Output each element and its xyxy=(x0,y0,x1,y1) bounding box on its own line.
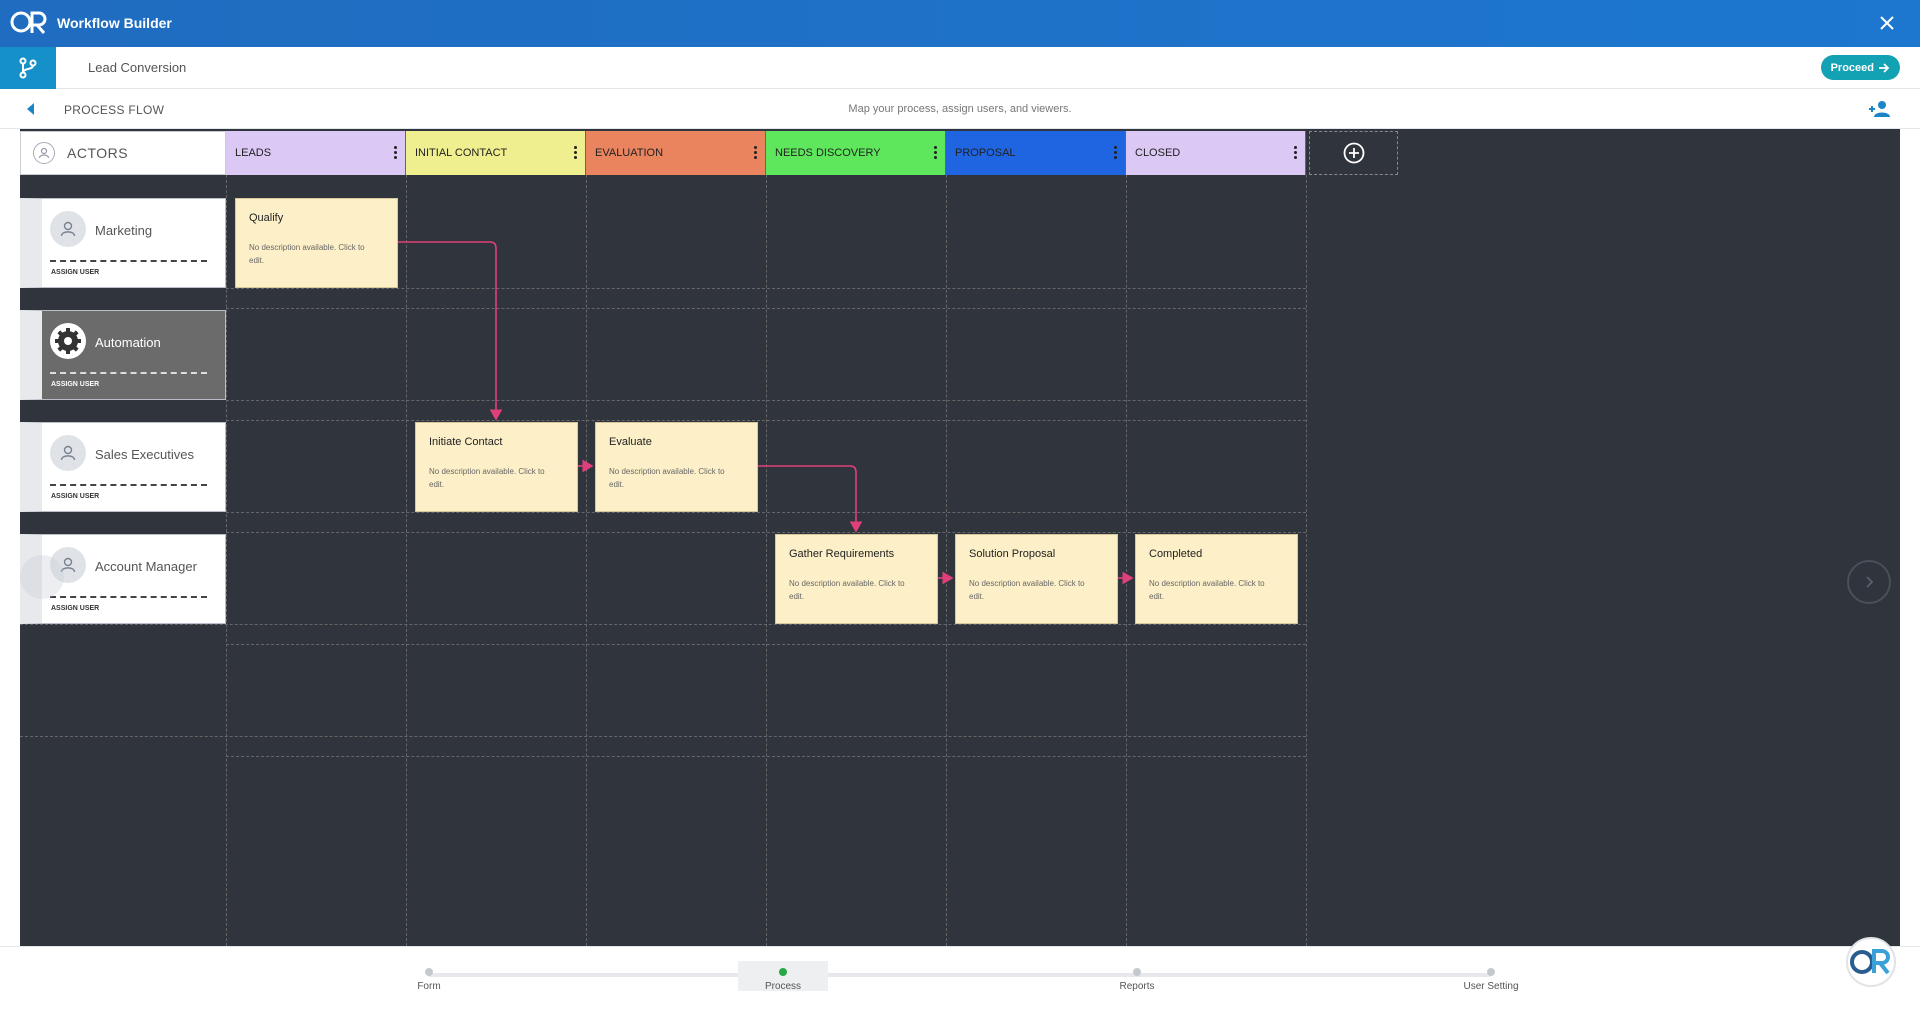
step-dot xyxy=(1133,968,1141,976)
process-flow-hint: Map your process, assign users, and view… xyxy=(848,103,1072,115)
card-description: No description available. Click to edit. xyxy=(969,579,1085,601)
step-reports[interactable]: Reports xyxy=(1092,961,1182,992)
scroll-right-button[interactable] xyxy=(1847,560,1891,604)
arrow-right-icon xyxy=(1879,62,1890,73)
title-bar: Workflow Builder xyxy=(0,0,1920,47)
branch-icon xyxy=(19,57,37,79)
workflow-branch-button[interactable] xyxy=(0,47,56,89)
step-label: Process xyxy=(764,981,802,992)
card-description: No description available. Click to edit. xyxy=(609,467,725,489)
process-canvas: ACTORS LEADS INITIAL CONTACT EVALUATION … xyxy=(0,129,1920,946)
chevron-right-icon xyxy=(1866,576,1874,588)
task-card-qualify[interactable]: Qualify No description available. Click … xyxy=(235,198,398,288)
close-icon[interactable] xyxy=(1876,12,1898,34)
card-title: Evaluate xyxy=(609,436,652,448)
task-card-evaluate[interactable]: Evaluate No description available. Click… xyxy=(595,422,758,512)
step-dot xyxy=(779,968,787,976)
card-title: Completed xyxy=(1149,548,1203,560)
add-user-icon[interactable] xyxy=(1868,100,1892,118)
workflow-bar: Lead Conversion Proceed xyxy=(0,47,1920,89)
card-description: No description available. Click to edit. xyxy=(249,243,365,265)
workflow-name: Lead Conversion xyxy=(88,60,187,75)
bottom-stepper: Form Process Reports User Setting xyxy=(0,946,1920,1011)
connector-qualify-to-initiate xyxy=(398,241,503,421)
proceed-button[interactable]: Proceed xyxy=(1820,55,1900,80)
step-label: Reports xyxy=(1119,981,1155,992)
connector-evaluate-to-gather xyxy=(758,465,863,533)
brand-logo xyxy=(1846,937,1896,987)
task-card-solution-proposal[interactable]: Solution Proposal No description availab… xyxy=(955,534,1118,624)
step-label: Form xyxy=(417,981,441,992)
card-description: No description available. Click to edit. xyxy=(789,579,905,601)
app-title: Workflow Builder xyxy=(57,15,172,31)
step-user-setting[interactable]: User Setting xyxy=(1446,961,1536,992)
app-logo xyxy=(10,11,47,34)
card-description: No description available. Click to edit. xyxy=(1149,579,1265,601)
step-process[interactable]: Process xyxy=(738,961,828,992)
step-dot xyxy=(1487,968,1495,976)
task-card-initiate-contact[interactable]: Initiate Contact No description availabl… xyxy=(415,422,578,512)
stepper-track xyxy=(428,973,1491,977)
process-flow-bar: PROCESS FLOW Map your process, assign us… xyxy=(0,89,1920,129)
step-dot xyxy=(425,968,433,976)
task-card-gather-requirements[interactable]: Gather Requirements No description avail… xyxy=(775,534,938,624)
proceed-label: Proceed xyxy=(1830,61,1874,74)
card-title: Gather Requirements xyxy=(789,548,895,560)
card-title: Qualify xyxy=(249,212,284,224)
step-label: User Setting xyxy=(1463,981,1519,992)
card-description: No description available. Click to edit. xyxy=(429,467,545,489)
task-card-completed[interactable]: Completed No description available. Clic… xyxy=(1135,534,1298,624)
card-title: Solution Proposal xyxy=(969,548,1056,560)
card-title: Initiate Contact xyxy=(429,436,503,448)
step-form[interactable]: Form xyxy=(384,961,474,992)
